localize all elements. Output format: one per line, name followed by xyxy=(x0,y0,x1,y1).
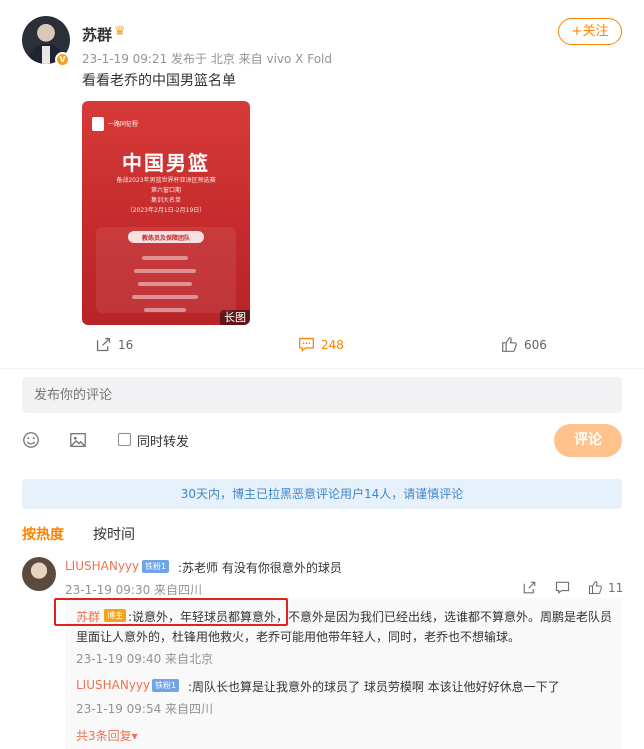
like-count: 606 xyxy=(524,337,547,352)
poster-row xyxy=(142,256,188,260)
comment-text: :苏老师 有没有你很意外的球员 xyxy=(178,561,342,575)
divider xyxy=(0,368,644,369)
submit-comment-button[interactable]: 评论 xyxy=(554,424,622,457)
fan-badge: 铁粉1 xyxy=(152,679,180,692)
post-text: 看看老乔的中国男篮名单 xyxy=(82,73,236,89)
poster-line: 集训大名单 xyxy=(150,197,181,204)
poster-line: 第六窗口期 xyxy=(150,187,181,194)
comment-like-count: 11 xyxy=(608,580,624,595)
more-replies-link[interactable]: 共3条回复▾ xyxy=(76,727,138,744)
poster-logo-text: 一路同征程 xyxy=(108,121,139,128)
long-image-tag: 长图 xyxy=(220,310,250,325)
reply-time: 23-1-19 09:40 来自北京 xyxy=(76,652,214,666)
verified-badge: V xyxy=(55,52,70,67)
poster-line: （2023年2月1日-2月19日） xyxy=(126,207,206,214)
share-count: 16 xyxy=(118,337,134,352)
crown-icon: ♛ xyxy=(114,24,126,39)
highlight-box xyxy=(54,598,288,626)
thumbs-up-icon xyxy=(502,337,517,352)
poster-row xyxy=(144,308,186,312)
thumbs-up-icon xyxy=(588,580,603,595)
follow-button[interactable]: +关注 xyxy=(558,18,622,45)
reply-time: 23-1-19 09:54 来自四川 xyxy=(76,702,214,716)
poster-row xyxy=(138,282,192,286)
team-logo-icon xyxy=(92,117,104,131)
comment-time: 23-1-19 09:30 来自四川 xyxy=(65,583,203,597)
repost-checkbox[interactable] xyxy=(118,433,131,446)
share-icon[interactable] xyxy=(522,580,537,595)
poster-title: 中国男篮 xyxy=(122,151,210,175)
share-button[interactable]: 16 xyxy=(95,336,133,353)
comment-actions: 11 xyxy=(522,580,623,595)
fan-badge: 铁粉1 xyxy=(142,560,170,573)
emoji-icon[interactable] xyxy=(22,431,40,449)
notice-banner: 30天内，博主已拉黑恶意评论用户14人，请谨慎评论 xyxy=(22,479,622,509)
comment-icon[interactable] xyxy=(555,580,570,595)
author-name[interactable]: 苏群 xyxy=(82,24,112,45)
poster-section-label: 教练员及保障团队 xyxy=(141,235,190,242)
post-meta: 23-1-19 09:21 发布于 北京 来自 vivo X Fold xyxy=(82,52,332,66)
repost-label[interactable]: 同时转发 xyxy=(137,431,189,450)
comment-like[interactable]: 11 xyxy=(588,580,623,595)
share-icon xyxy=(96,337,111,352)
commenter-avatar[interactable] xyxy=(22,557,56,591)
tab-sort-time[interactable]: 按时间 xyxy=(93,524,135,544)
comment-input[interactable] xyxy=(22,377,622,413)
comment-icon xyxy=(299,337,314,352)
poster-row xyxy=(134,269,196,273)
like-button[interactable]: 606 xyxy=(501,336,547,353)
commenter-name[interactable]: LIUSHANyyy xyxy=(65,559,139,573)
poster-row xyxy=(132,295,198,299)
image-icon[interactable] xyxy=(69,431,87,449)
tab-sort-hot[interactable]: 按热度 xyxy=(22,524,64,544)
poster-line: 备战2023年男篮世界杯亚洲区预选赛 xyxy=(116,177,216,184)
reply-author[interactable]: LIUSHANyyy xyxy=(76,678,150,692)
post-image[interactable]: 一路同征程 中国男篮 备战2023年男篮世界杯亚洲区预选赛 第六窗口期 集训大名… xyxy=(82,101,250,325)
reply-text: :周队长也算是让我意外的球员了 球员劳模啊 本该让他好好休息一下了 xyxy=(188,680,560,694)
comment-count: 248 xyxy=(321,337,344,352)
comment-button[interactable]: 248 xyxy=(298,336,344,353)
